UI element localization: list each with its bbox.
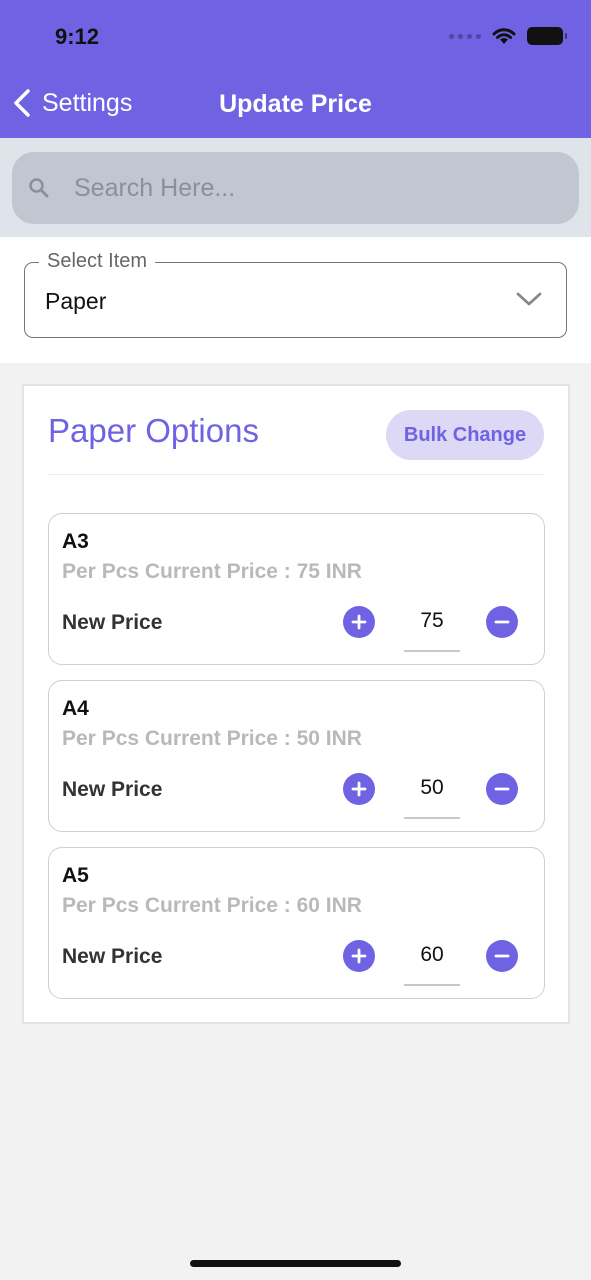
- select-item-value: Paper: [45, 288, 107, 314]
- wifi-icon: [492, 28, 516, 44]
- search-input[interactable]: [74, 173, 514, 203]
- bulk-change-button[interactable]: Bulk Change: [386, 410, 544, 460]
- decrement-button[interactable]: [486, 773, 518, 805]
- price-input-underline: [404, 817, 460, 819]
- price-input[interactable]: 75: [404, 609, 460, 633]
- price-card: A4 Per Pcs Current Price : 50 INR New Pr…: [48, 680, 545, 832]
- battery-icon: [527, 27, 567, 45]
- price-card: A3 Per Pcs Current Price : 75 INR New Pr…: [48, 513, 545, 665]
- new-price-label: New Price: [62, 778, 163, 801]
- plus-icon: [351, 614, 367, 630]
- increment-button[interactable]: [343, 773, 375, 805]
- select-item-dropdown[interactable]: Select Item Paper: [24, 250, 567, 338]
- divider: [48, 474, 544, 475]
- select-item-label: Select Item: [39, 250, 156, 273]
- plus-icon: [351, 948, 367, 964]
- price-input[interactable]: 60: [404, 943, 460, 967]
- new-price-label: New Price: [62, 611, 163, 634]
- decrement-button[interactable]: [486, 940, 518, 972]
- search-icon: [29, 178, 49, 198]
- price-input[interactable]: 50: [404, 776, 460, 800]
- item-name: A3: [62, 530, 89, 553]
- signal-icon: [449, 33, 481, 39]
- price-card: A5 Per Pcs Current Price : 60 INR New Pr…: [48, 847, 545, 999]
- status-icons: [449, 26, 567, 46]
- item-name: A4: [62, 697, 89, 720]
- chevron-down-icon: [516, 292, 542, 306]
- current-price: Per Pcs Current Price : 60 INR: [62, 894, 362, 917]
- item-name: A5: [62, 864, 89, 887]
- page-title: Update Price: [219, 90, 372, 118]
- increment-button[interactable]: [343, 940, 375, 972]
- increment-button[interactable]: [343, 606, 375, 638]
- status-time: 9:12: [55, 24, 100, 49]
- minus-icon: [494, 620, 510, 624]
- minus-icon: [494, 787, 510, 791]
- app-header: 9:12 Settings Update Price: [0, 0, 591, 138]
- plus-icon: [351, 781, 367, 797]
- search-bar-container: [0, 138, 591, 237]
- current-price: Per Pcs Current Price : 75 INR: [62, 560, 362, 583]
- minus-icon: [494, 954, 510, 958]
- select-item-section: Select Item Paper: [0, 237, 591, 363]
- home-indicator: [190, 1260, 401, 1267]
- options-panel: Paper Options Bulk Change A3 Per Pcs Cur…: [22, 384, 570, 1024]
- decrement-button[interactable]: [486, 606, 518, 638]
- new-price-label: New Price: [62, 945, 163, 968]
- search-bar[interactable]: [12, 152, 579, 224]
- current-price: Per Pcs Current Price : 50 INR: [62, 727, 362, 750]
- price-input-underline: [404, 984, 460, 986]
- panel-title: Paper Options: [48, 412, 259, 449]
- price-input-underline: [404, 650, 460, 652]
